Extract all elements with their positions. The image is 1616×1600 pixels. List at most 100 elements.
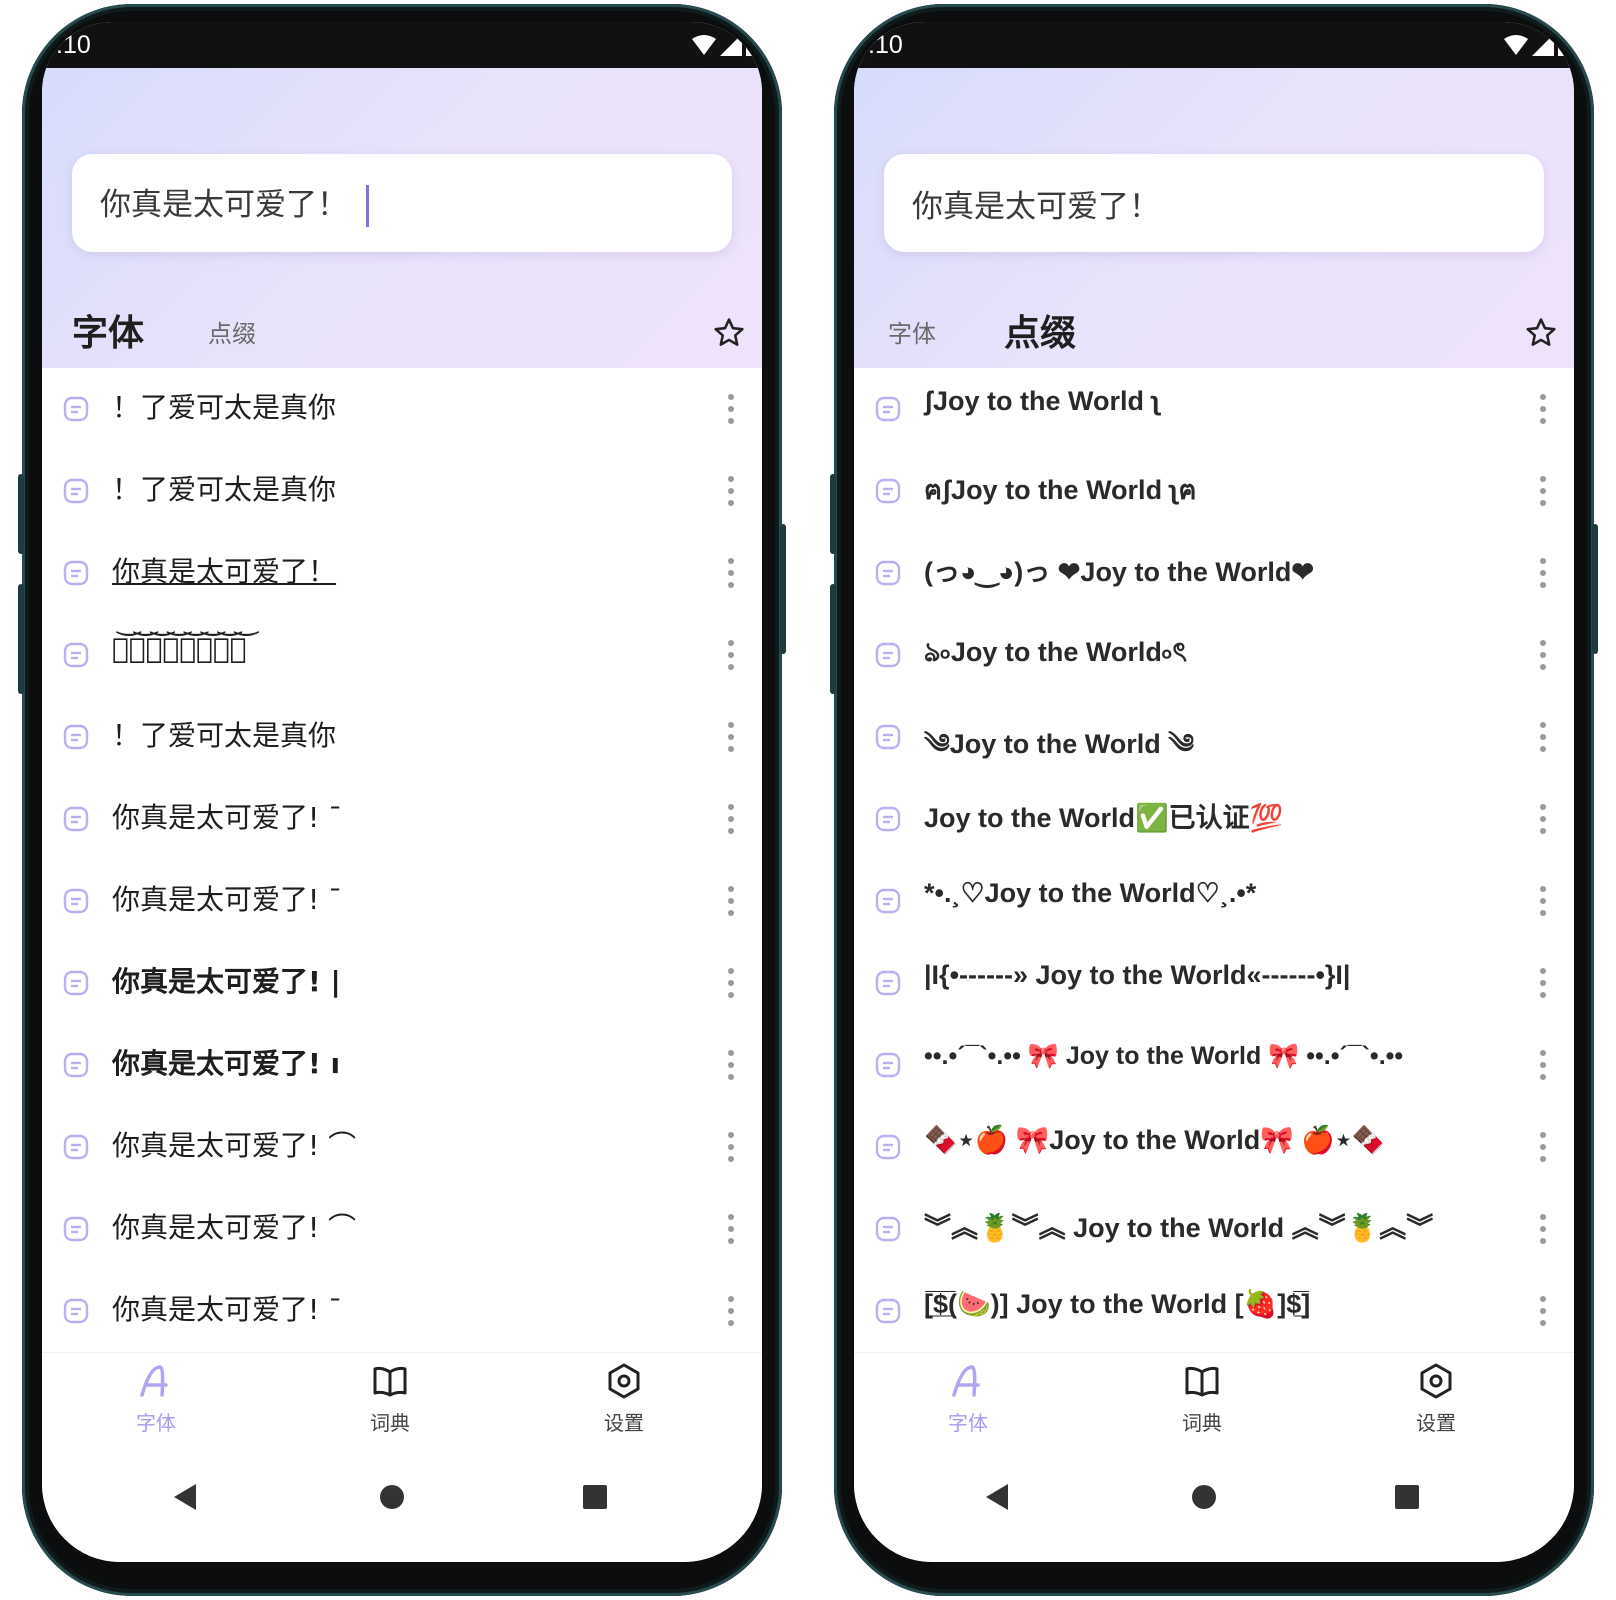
phone-left: :10 你真是太可爱了！ 字体 点缀 ！了爱可太是真你 ！了爱可太是真你 你真是… [18,4,786,1596]
list-item[interactable]: Joy to the World✅已认证💯 [854,778,1574,860]
tab-label: 点缀 [208,320,256,348]
text-input[interactable]: 你真是太可爱了！ [100,179,369,228]
list-item[interactable]: ︾︽🍍︾︽ Joy to the World ︽︾🍍︽︾ [854,1188,1574,1270]
more-icon[interactable] [1538,558,1548,588]
list-item-text: 你真是太可爱了! ı [112,1047,341,1080]
more-icon[interactable] [1538,886,1548,916]
note-icon [63,1298,89,1324]
book-icon [1185,1366,1219,1397]
list-item[interactable]: ！了爱可太是真你 [42,368,762,450]
side-button [1592,524,1598,654]
more-icon[interactable] [726,476,736,506]
list-item[interactable]: 你真是太可爱了! | [42,942,762,1024]
nav-dictionary[interactable]: 词典 [1142,1363,1262,1436]
list-item[interactable]: ฅʃJoy to the World ʅฅ [854,450,1574,532]
home-icon[interactable] [1189,1482,1219,1512]
tab-fonts[interactable]: 字体 [69,304,147,364]
note-icon [63,970,89,996]
more-icon[interactable] [1538,968,1548,998]
more-icon[interactable] [726,886,736,916]
list-item-text: ฅʃJoy to the World ʅฅ [924,475,1197,505]
list-item[interactable]: [̲̅$̲̅(🍉)] Joy to the World [🍓]$̲̅] [854,1270,1574,1352]
recents-icon[interactable] [1392,1482,1422,1512]
text-input-card[interactable]: 你真是太可爱了！ [72,154,732,252]
list-item-text: 你真是太可爱了! ⌒ [112,1211,357,1244]
wifi-icon [1504,35,1528,55]
list-item[interactable]: 你真是太可爱了! ⌒ [42,1188,762,1270]
list-item[interactable]: 你真是太可爱了! ˉ [42,860,762,942]
more-icon[interactable] [726,804,736,834]
list-item[interactable]: ••.•´¯`•.•• 🎀 Joy to the World 🎀 ••.•´¯`… [854,1024,1574,1106]
tab-decorations[interactable]: 点缀 [1001,304,1079,364]
text-input-card[interactable]: 你真是太可爱了！ [884,154,1544,252]
more-icon[interactable] [1538,1132,1548,1162]
nav-settings[interactable]: 设置 [564,1363,684,1436]
note-icon [875,396,901,422]
more-icon[interactable] [726,640,736,670]
tab-fonts[interactable]: 字体 [888,304,936,364]
screen-decorations: :10 你真是太可爱了！ 字体 点缀 ʃJoy to the World ʅ ฅ… [854,22,1574,1562]
list-item[interactable]: 你真是太可爱了! ˉ [42,1270,762,1352]
more-icon[interactable] [726,1296,736,1326]
nav-dictionary[interactable]: 词典 [330,1363,450,1436]
back-icon[interactable] [170,1482,200,1512]
list-item[interactable]: 🍫⋆🍎 🎀Joy to the World🎀 🍎⋆🍫 [854,1106,1574,1188]
more-icon[interactable] [1538,476,1548,506]
more-icon[interactable] [726,722,736,752]
nav-label: 设置 [1416,1411,1456,1435]
more-icon[interactable] [726,1132,736,1162]
note-icon [875,888,901,914]
more-icon[interactable] [1538,394,1548,424]
font-a-icon [952,1365,980,1397]
more-icon[interactable] [726,394,736,424]
list-item-text: (っ◕‿◕)っ ❤Joy to the World❤ [924,557,1315,587]
more-icon[interactable] [1538,722,1548,752]
list-item-text: 你真是太可爱了! ⌒ [112,1129,357,1162]
list-item[interactable]: ঌ৹Joy to the World৹ৎ [854,614,1574,696]
more-icon[interactable] [1538,1050,1548,1080]
list-item[interactable]: 你真是太可爱了！ [42,532,762,614]
nav-settings[interactable]: 设置 [1376,1363,1496,1436]
nav-fonts[interactable]: 字体 [96,1363,216,1436]
more-icon[interactable] [1538,640,1548,670]
more-icon[interactable] [726,1050,736,1080]
back-icon[interactable] [982,1482,1012,1512]
favorite-star-icon[interactable] [1524,316,1558,350]
home-icon[interactable] [377,1482,407,1512]
note-icon [875,478,901,504]
recents-icon[interactable] [580,1482,610,1512]
note-icon [875,1052,901,1078]
more-icon[interactable] [726,558,736,588]
side-button [18,584,24,694]
wifi-icon [692,35,716,55]
list-item[interactable]: 你真是太可爱了! ⌒ [42,1106,762,1188]
side-button [830,474,836,554]
list-item[interactable]: (っ◕‿◕)っ ❤Joy to the World❤ [854,532,1574,614]
favorite-star-icon[interactable] [712,316,746,350]
list-item-text: ！了爱可太是真你 [112,719,337,752]
nav-fonts[interactable]: 字体 [908,1363,1028,1436]
more-icon[interactable] [1538,1214,1548,1244]
list-item[interactable]: ༄Joy to the World ༄ [854,696,1574,778]
list-item[interactable]: 你真是太可爱了! ı [42,1024,762,1106]
more-icon[interactable] [726,968,736,998]
list-item[interactable]: 你真是太可爱了! ˉ [42,778,762,860]
note-icon [875,642,901,668]
list-item[interactable]: ！了爱可太是真你 [42,450,762,532]
more-icon[interactable] [1538,1296,1548,1326]
list-item[interactable]: |I{•------» Joy to the World«------•}I| [854,942,1574,1024]
tab-decorations[interactable]: 点缀 [208,304,256,364]
list-item[interactable]: ！了爱可太是真你 [42,696,762,778]
note-icon [63,888,89,914]
input-value: 你真是太可爱了！ [100,186,348,223]
status-bar: :10 [42,22,762,68]
list-item[interactable]: *•.¸♡Joy to the World♡¸.•* [854,860,1574,942]
battery-icon [1558,40,1568,56]
note-icon [875,1298,901,1324]
note-icon [63,724,89,750]
list-item[interactable]: 你͝真͝是͝太͝可͝爱͝了͝！͝ [42,614,762,696]
more-icon[interactable] [726,1214,736,1244]
text-input[interactable]: 你真是太可爱了！ [912,181,1160,226]
more-icon[interactable] [1538,804,1548,834]
list-item[interactable]: ʃJoy to the World ʅ [854,368,1574,450]
